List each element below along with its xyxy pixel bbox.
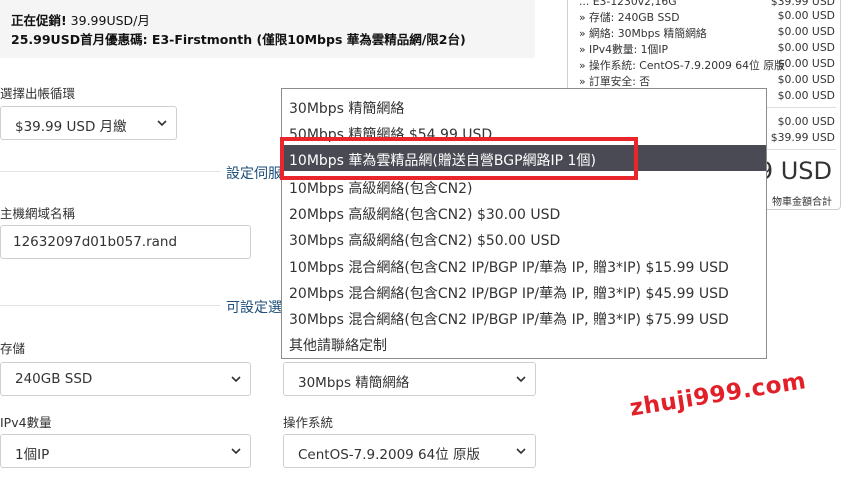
- ipv4-select[interactable]: 1個IP: [0, 434, 251, 468]
- network-select[interactable]: 30Mbps 精簡網絡: [283, 362, 536, 396]
- ipv4-value: 1個IP: [15, 447, 50, 463]
- billing-cycle-label: 選擇出帳循環: [0, 86, 76, 101]
- dropdown-option[interactable]: 30Mbps 混合網絡(包含CN2 IP/BGP IP/華為 IP, 贈3*IP…: [282, 304, 766, 330]
- billing-cycle-select[interactable]: $39.99 USD 月繳: [0, 106, 177, 140]
- os-label: 操作系統: [283, 415, 334, 430]
- os-select[interactable]: CentOS-7.9.2009 64位 原版: [283, 434, 536, 468]
- promo-line-1: 正在促銷! 39.99USD/月: [11, 13, 150, 28]
- hostname-input[interactable]: 12632097d01b057.rand: [0, 225, 251, 259]
- hostname-value: 12632097d01b057.rand: [13, 234, 178, 250]
- chevron-down-icon: [516, 376, 526, 383]
- dropdown-option[interactable]: 20Mbps 混合網絡(包含CN2 IP/BGP IP/華為 IP, 贈3*IP…: [282, 278, 766, 304]
- total-amount: 9 USD: [757, 157, 832, 185]
- dropdown-option[interactable]: 30Mbps 精簡網絡: [282, 93, 766, 119]
- dropdown-option[interactable]: 其他請聯絡定制: [282, 330, 766, 356]
- storage-value: 240GB SSD: [15, 371, 93, 387]
- chevron-down-icon: [516, 448, 526, 455]
- network-value: 30Mbps 精簡網絡: [298, 375, 410, 391]
- billing-cycle-value: $39.99 USD 月繳: [15, 119, 127, 135]
- watermark-text: zhuji999.com: [628, 368, 808, 422]
- section-configurable-options: 可設定選: [226, 300, 282, 316]
- promo-line-2: 25.99USD首月優惠碼: E3-Firstmonth (僅限10Mbps 華…: [11, 32, 466, 47]
- section-configure-server: 設定伺服: [226, 166, 282, 182]
- chevron-down-icon: [231, 376, 241, 383]
- chevron-down-icon: [231, 448, 241, 455]
- dropdown-option[interactable]: 10Mbps 混合網絡(包含CN2 IP/BGP IP/華為 IP, 贈3*IP…: [282, 252, 766, 278]
- chevron-down-icon: [157, 120, 167, 127]
- section-divider: [0, 305, 220, 306]
- dropdown-option[interactable]: 20Mbps 高級網絡(包含CN2) $30.00 USD: [282, 199, 766, 225]
- ipv4-label: IPv4數量: [0, 415, 52, 430]
- storage-select[interactable]: 240GB SSD: [0, 362, 251, 396]
- dropdown-option[interactable]: 30Mbps 高級網絡(包含CN2) $50.00 USD: [282, 225, 766, 251]
- network-dropdown-list: 30Mbps 精簡網絡 50Mbps 精簡網絡 $54.99 USD 10Mbp…: [281, 88, 767, 359]
- promo-banner: 正在促銷! 39.99USD/月 25.99USD首月優惠碼: E3-First…: [0, 0, 535, 58]
- storage-label: 存儲: [0, 341, 26, 356]
- hostname-label: 主機網域名稱: [0, 206, 76, 221]
- os-value: CentOS-7.9.2009 64位 原版: [298, 447, 481, 463]
- annotation-highlight-box: [280, 137, 638, 180]
- section-divider: [0, 171, 220, 172]
- total-caption: 物車金額合計: [772, 197, 832, 208]
